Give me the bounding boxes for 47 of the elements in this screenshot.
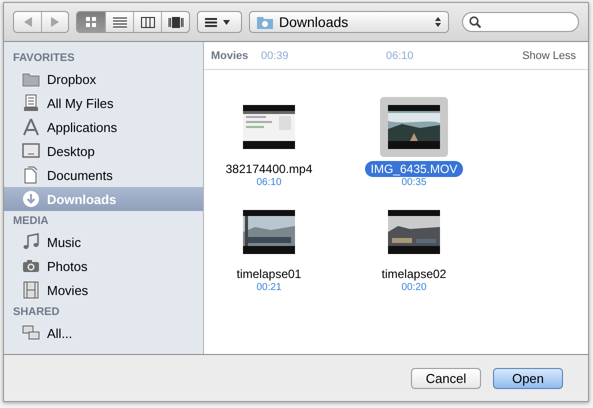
section-title: Movies	[211, 50, 250, 62]
faded-duration: 06:10	[386, 50, 415, 62]
sidebar-item[interactable]: All...	[4, 321, 203, 345]
sidebar-item[interactable]: Photos	[4, 254, 203, 278]
film-icon	[22, 281, 40, 299]
display-icon	[22, 142, 40, 160]
sidebar-item[interactable]: All My Files	[4, 91, 203, 115]
music-note-icon	[22, 233, 40, 251]
duration: 00:35	[401, 177, 427, 188]
file-name[interactable]: timelapse02	[376, 266, 452, 282]
cancel-button[interactable]: Cancel	[411, 368, 481, 388]
show-less-link[interactable]: Show Less	[522, 50, 576, 62]
document-icon	[22, 166, 40, 184]
file-name[interactable]: 382174400.mp4	[220, 161, 318, 177]
location-popup[interactable]: Downloads	[249, 11, 449, 33]
sidebar-item[interactable]: Movies	[4, 278, 203, 302]
sidebar-heading: SHARED	[12, 305, 60, 320]
caret-icon	[223, 20, 230, 24]
columns-view-icon	[140, 16, 154, 28]
stepper-icon	[435, 17, 441, 27]
duration: 00:21	[256, 282, 282, 293]
sidebar-heading: MEDIA	[12, 214, 50, 229]
computers-icon	[22, 324, 40, 342]
folder-icon	[257, 16, 273, 28]
search-field[interactable]	[462, 12, 579, 32]
faded-duration: 00:39	[261, 50, 290, 62]
file-name[interactable]: timelapse01	[230, 266, 308, 282]
arrange-button[interactable]	[197, 11, 242, 33]
sidebar-item[interactable]: Desktop	[4, 139, 203, 163]
duration: 06:10	[256, 177, 282, 188]
right-triangle-icon	[51, 17, 59, 27]
camera-icon	[22, 257, 40, 275]
sidebar-heading: FAVORITES	[12, 51, 76, 66]
cover-flow-icon	[168, 16, 184, 28]
left-triangle-icon	[24, 17, 32, 27]
file-stack-icon	[22, 94, 40, 112]
sidebar-item[interactable]: Dropbox	[4, 67, 203, 91]
duration: 00:20	[401, 282, 427, 293]
list-view-icon	[112, 16, 126, 28]
search-icon	[469, 16, 481, 28]
sidebar-item[interactable]: Applications	[4, 115, 203, 139]
download-icon	[22, 190, 40, 208]
thumbnail[interactable]	[380, 97, 448, 157]
sidebar-item[interactable]: Music	[4, 230, 203, 254]
open-button[interactable]: Open	[493, 368, 563, 388]
file-name[interactable]: IMG_6435.MOV	[364, 161, 464, 177]
sidebar-item[interactable]: Documents	[4, 163, 203, 187]
